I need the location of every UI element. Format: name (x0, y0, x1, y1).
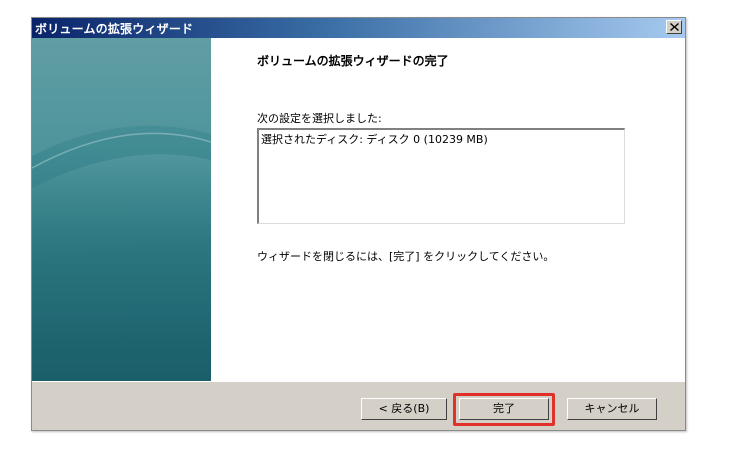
finish-highlight-frame (453, 393, 555, 426)
close-instruction-text: ウィザードを閉じるには、[完了] をクリックしてください。 (257, 250, 555, 263)
back-button[interactable]: < 戻る(B) (361, 398, 447, 420)
selected-settings-label: 次の設定を選択しました: (257, 112, 382, 125)
button-bar: < 戻る(B) 完了 キャンセル (32, 381, 685, 430)
wizard-content: ボリュームの拡張ウィザードの完了 次の設定を選択しました: 選択されたディスク:… (211, 38, 685, 381)
wizard-side-panel (32, 38, 211, 381)
close-button[interactable] (666, 20, 682, 34)
selected-disk-line: 選択されたディスク: ディスク 0 (10239 MB) (261, 133, 488, 146)
page-title: ボリュームの拡張ウィザードの完了 (257, 54, 449, 68)
title-bar[interactable]: ボリュームの拡張ウィザード (32, 18, 685, 38)
close-icon (670, 23, 679, 31)
side-panel-graphic (32, 38, 211, 258)
wizard-window: ボリュームの拡張ウィザード ボリュームの拡張ウィザードの完了 次の設定を選択しま… (31, 17, 686, 431)
selected-settings-box[interactable]: 選択されたディスク: ディスク 0 (10239 MB) (257, 128, 625, 224)
window-title: ボリュームの拡張ウィザード (35, 22, 194, 36)
cancel-button[interactable]: キャンセル (567, 398, 657, 420)
